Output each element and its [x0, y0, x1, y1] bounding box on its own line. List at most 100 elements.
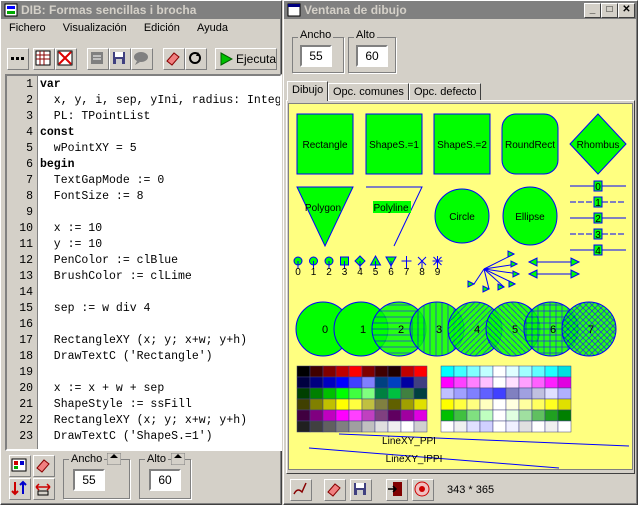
- color-cell: [322, 387, 337, 400]
- erase-button[interactable]: [163, 48, 185, 70]
- canvas-save-button[interactable]: [350, 479, 372, 501]
- code-text: DrawTextC ('Rectangle'): [40, 350, 213, 363]
- color-cell: [492, 409, 507, 422]
- arrowhead: [512, 270, 521, 278]
- color-cell: [531, 420, 546, 433]
- color-cell: [492, 387, 507, 400]
- drawing-surface: Rectangle ShapeS.=1 ShapeS.=2 RoundRect Rhom…: [293, 113, 630, 469]
- arrow-line: [483, 268, 490, 290]
- exit-door-icon: [388, 482, 402, 496]
- menu-ayuda[interactable]: Ayuda: [197, 22, 228, 34]
- code-text: sep := w div 4: [40, 302, 151, 315]
- line-number: 12: [19, 254, 33, 267]
- refresh-button[interactable]: [185, 48, 207, 70]
- resize-button[interactable]: [33, 478, 55, 500]
- color-cell: [322, 376, 337, 389]
- color-cell: [440, 409, 455, 422]
- sort-arrows-icon: [11, 480, 27, 496]
- right-titlebar[interactable]: Ventana de dibujo _ □ ✕: [284, 1, 637, 19]
- save-button[interactable]: [109, 48, 131, 70]
- color-cell: [387, 409, 402, 422]
- menu-edicion[interactable]: Edición: [144, 22, 180, 34]
- color-cell: [492, 365, 507, 378]
- code-text: var: [40, 78, 61, 91]
- grid-icon: [35, 50, 51, 66]
- tab-opc-defecto[interactable]: Opc. defecto: [409, 83, 482, 101]
- close-button[interactable]: ✕: [618, 3, 635, 18]
- label-shape-1: ShapeS.=1: [369, 140, 419, 151]
- color-cell: [557, 398, 572, 411]
- code-line: 16: [7, 317, 33, 333]
- left-titlebar[interactable]: DIB: Formas sencillas i brocha: [1, 1, 281, 19]
- menu-fichero[interactable]: Fichero: [9, 22, 46, 34]
- color-cell: [531, 398, 546, 411]
- delete-grid-button[interactable]: [55, 48, 77, 70]
- line-number: 9: [26, 206, 33, 219]
- alto-spin-icon[interactable]: [171, 453, 185, 465]
- comment-button[interactable]: [131, 48, 153, 70]
- line-number: 10: [19, 222, 33, 235]
- canvas-eraser-button[interactable]: [324, 479, 346, 501]
- line-number: 17: [19, 334, 33, 347]
- run-button[interactable]: Ejecuta: [215, 48, 277, 70]
- dots-button[interactable]: [7, 48, 29, 70]
- color-cell: [361, 376, 376, 389]
- exit-button[interactable]: [386, 479, 408, 501]
- minimize-button[interactable]: _: [584, 3, 601, 18]
- toolbar: Ejecuta: [3, 45, 279, 71]
- color-cell: [309, 387, 324, 400]
- alto-input[interactable]: 60: [149, 469, 181, 491]
- color-cell: [309, 376, 324, 389]
- gallery-button[interactable]: [9, 455, 31, 477]
- arrowhead: [507, 250, 516, 258]
- code-line: 9: [7, 205, 33, 221]
- floppy-icon-2: [354, 483, 366, 495]
- drawing-canvas[interactable]: Rectangle ShapeS.=1 ShapeS.=2 RoundRect Rhom…: [288, 103, 633, 470]
- maximize-button[interactable]: □: [601, 3, 618, 18]
- color-cell: [479, 365, 494, 378]
- color-cell: [296, 409, 311, 422]
- color-cell: [440, 365, 455, 378]
- arrowhead: [508, 280, 517, 288]
- color-cell: [348, 398, 363, 411]
- app-icon: [4, 3, 18, 17]
- color-cell: [361, 420, 376, 433]
- color-cell: [335, 376, 350, 389]
- sort-button[interactable]: [9, 478, 31, 500]
- label-rectangle: Rectangle: [302, 140, 347, 151]
- code-text: const: [40, 126, 75, 139]
- canvas-size-status: 343 * 365: [447, 484, 495, 496]
- color-cell: [309, 420, 324, 433]
- color-cell: [374, 420, 389, 433]
- right-alto-label: Alto: [354, 29, 377, 41]
- tab-dibujo[interactable]: Dibujo: [287, 81, 329, 101]
- target-button[interactable]: [412, 479, 434, 501]
- color-cell: [518, 409, 533, 422]
- eraser-small-button[interactable]: [33, 455, 55, 477]
- eraser-icon-2: [36, 459, 50, 473]
- color-cell: [348, 420, 363, 433]
- color-cell: [492, 398, 507, 411]
- color-cell: [335, 387, 350, 400]
- dots-icon: [11, 57, 24, 60]
- ancho-input[interactable]: 55: [73, 469, 105, 491]
- color-cell: [453, 409, 468, 422]
- color-cell: [492, 376, 507, 389]
- right-ancho-input[interactable]: 55: [300, 45, 332, 67]
- color-cell: [479, 398, 494, 411]
- color-cell: [348, 409, 363, 422]
- code-text: ShapeStyle := ssFill: [40, 398, 192, 411]
- color-cell: [557, 409, 572, 422]
- color-cell: [557, 376, 572, 389]
- color-cell: [505, 420, 520, 433]
- grid-button[interactable]: [33, 48, 55, 70]
- tab-opc-comunes[interactable]: Opc. comunes: [328, 83, 409, 101]
- ancho-spin-icon[interactable]: [107, 453, 121, 465]
- right-alto-input[interactable]: 60: [356, 45, 388, 67]
- menu-visualizacion[interactable]: Visualización: [63, 22, 127, 34]
- pen-button[interactable]: [290, 479, 312, 501]
- code-editor[interactable]: 1 var 2 x, y, i, sep, yIni, radius: Integ 3…: [5, 74, 282, 451]
- document-button[interactable]: [87, 48, 109, 70]
- line-number: 15: [19, 302, 33, 315]
- color-cell: [557, 387, 572, 400]
